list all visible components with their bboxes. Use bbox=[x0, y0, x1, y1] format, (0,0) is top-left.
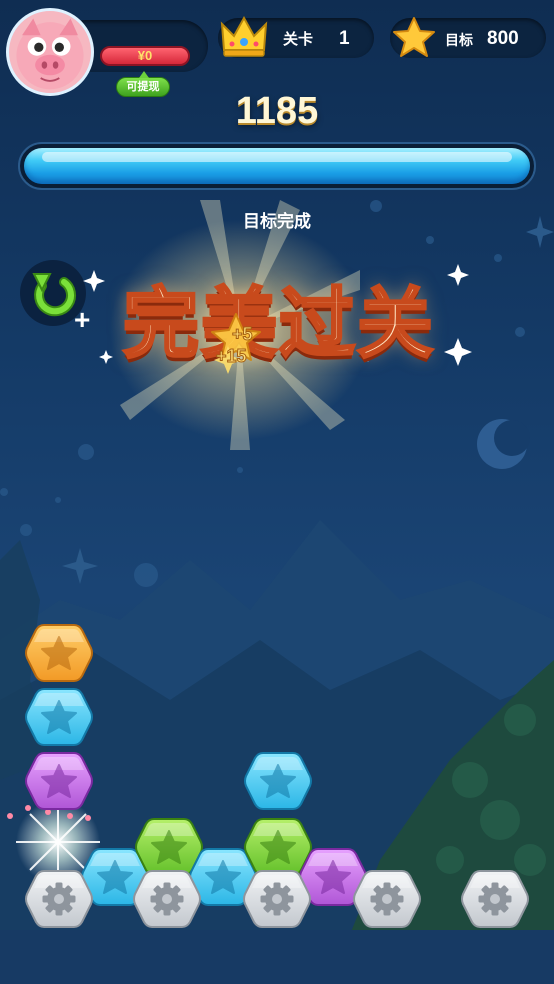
level-label: 关卡 bbox=[283, 30, 314, 48]
goal-complete-text: 目标完成 bbox=[243, 212, 311, 232]
level-value: 1 bbox=[339, 28, 350, 49]
goal-value: 800 bbox=[487, 28, 519, 49]
gear-icon bbox=[42, 882, 76, 916]
orange-star-tile[interactable] bbox=[24, 622, 94, 684]
cash-balance: ¥0 bbox=[100, 46, 190, 66]
gear-block[interactable] bbox=[132, 868, 202, 930]
crown-icon bbox=[220, 15, 268, 57]
perfect-clear-title: 完美过关 bbox=[122, 278, 435, 370]
gear-block[interactable] bbox=[352, 868, 422, 930]
bonus-points-2: +15 bbox=[216, 346, 248, 367]
gear-block[interactable] bbox=[242, 868, 312, 930]
score-progress-bar bbox=[18, 142, 536, 190]
gear-icon bbox=[478, 882, 512, 916]
goal-label: 目标 bbox=[445, 33, 473, 49]
gear-icon bbox=[260, 882, 294, 916]
progress-gloss bbox=[42, 152, 512, 162]
gear-icon bbox=[150, 882, 184, 916]
blue-star-tile[interactable] bbox=[24, 686, 94, 748]
goal-star-icon bbox=[393, 17, 435, 57]
pig-face-icon bbox=[16, 18, 84, 90]
blue-star-tile[interactable] bbox=[243, 750, 313, 812]
gear-icon bbox=[370, 882, 404, 916]
bonus-points-1: +5 bbox=[232, 324, 254, 345]
current-score: 1185 bbox=[235, 90, 319, 132]
gear-block[interactable] bbox=[460, 868, 530, 930]
pig-avatar[interactable] bbox=[6, 8, 94, 96]
bonus-star-icon bbox=[211, 313, 261, 374]
gear-block[interactable] bbox=[24, 868, 94, 930]
purple-star-tile[interactable] bbox=[24, 750, 94, 812]
